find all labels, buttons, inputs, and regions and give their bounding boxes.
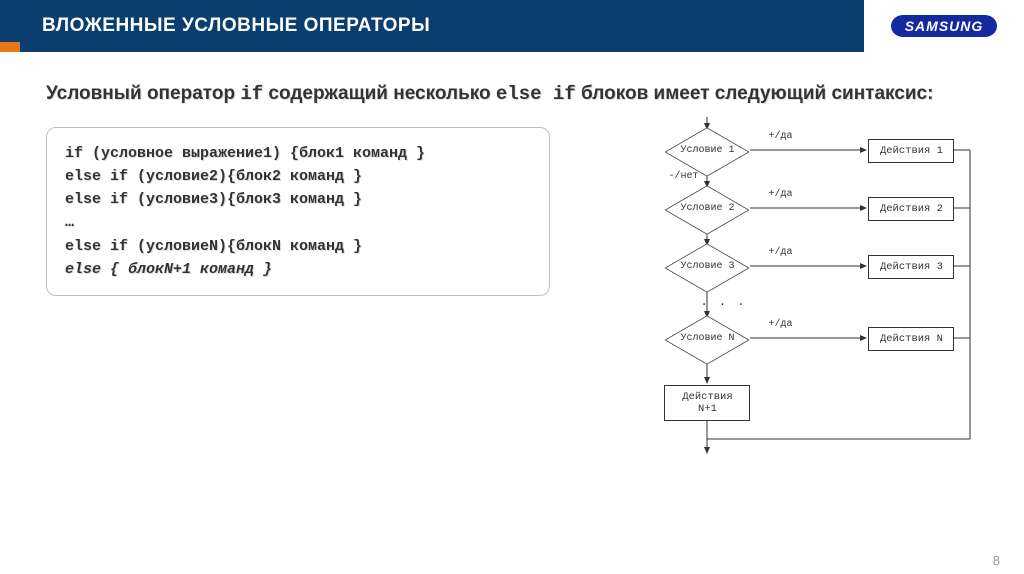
keyword-elseif: else if [496,83,576,105]
edge-no: -/нет [668,171,698,182]
content-row: if (условное выражение1) {блок1 команд }… [46,127,978,457]
flow-action-final: Действия N+1 [664,385,750,421]
condition-label: Условие 2 [664,203,750,214]
page-number: 8 [993,553,1000,568]
samsung-logo: SAMSUNG [891,15,998,37]
flow-lines [568,117,978,457]
flowchart: Условие 1 +/да -/нет Действия 1 Условие … [568,117,978,457]
keyword-if: if [240,83,263,105]
flow-action-n: Действия N [868,327,954,351]
intro-text: Условный оператор if содержащий нескольк… [46,80,978,109]
intro-seg: содержащий несколько [263,83,496,104]
code-line: if (условное выражение1) {блок1 команд } [65,145,425,162]
condition-label: Условие 1 [664,145,750,156]
code-line: else if (условие2){блок2 команд } [65,168,362,185]
code-line: else { блокN+1 команд } [65,261,272,278]
flow-condition-3: Условие 3 [664,243,750,293]
edge-yes: +/да [768,319,792,330]
intro-seg: Условный оператор [46,83,240,104]
flow-condition-2: Условие 2 [664,185,750,235]
flow-condition-n: Условие N [664,315,750,365]
slide-header: ВЛОЖЕННЫЕ УСЛОВНЫЕ ОПЕРАТОРЫ SAMSUNG [0,0,1024,52]
condition-label: Условие 3 [664,261,750,272]
intro-seg: блоков имеет следующий синтаксис: [576,83,934,104]
code-line: else if (условие3){блок3 команд } [65,191,362,208]
flow-condition-1: Условие 1 [664,127,750,177]
flow-action-2: Действия 2 [868,197,954,221]
edge-yes: +/да [768,247,792,258]
slide-title: ВЛОЖЕННЫЕ УСЛОВНЫЕ ОПЕРАТОРЫ [42,15,430,37]
flow-action-3: Действия 3 [868,255,954,279]
flow-action-1: Действия 1 [868,139,954,163]
code-line: … [65,214,74,231]
accent-bar [0,42,20,52]
code-line: else if (условиеN){блокN команд } [65,238,362,255]
condition-label: Условие N [664,333,750,344]
ellipsis: . . . [700,295,746,309]
edge-yes: +/да [768,131,792,142]
edge-yes: +/да [768,189,792,200]
code-block: if (условное выражение1) {блок1 команд }… [46,127,550,297]
slide-content: Условный оператор if содержащий нескольк… [0,52,1024,457]
logo-container: SAMSUNG [864,0,1024,52]
